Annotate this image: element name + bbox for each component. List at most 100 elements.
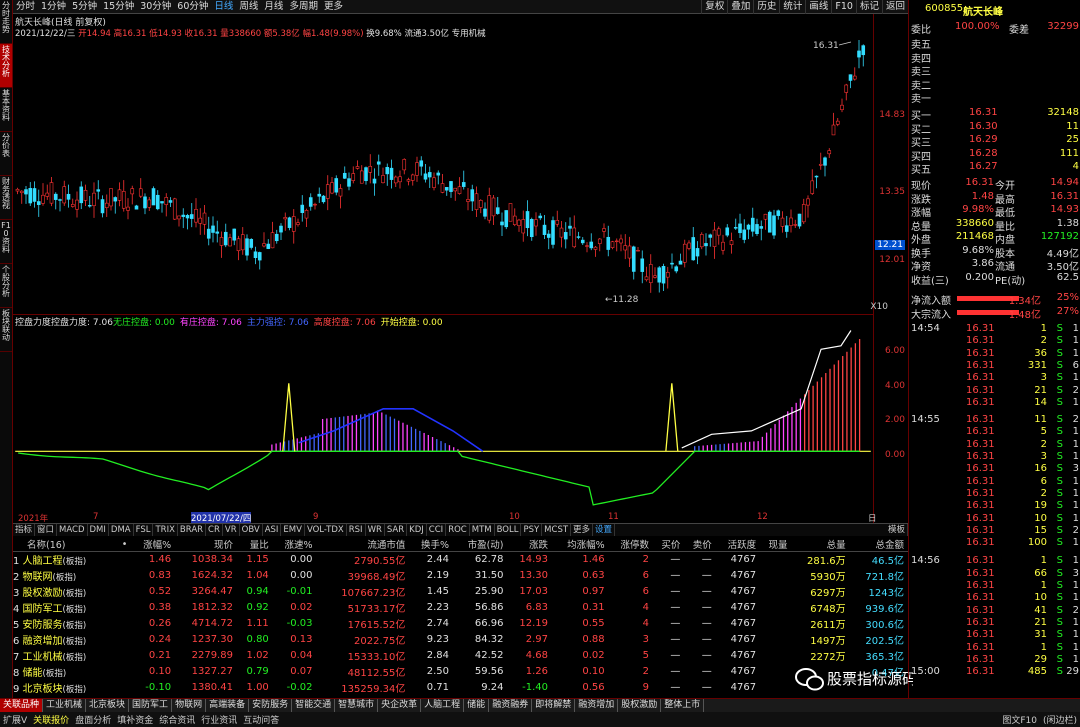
period-tab-3[interactable]: 15分钟 — [100, 0, 137, 14]
table-row[interactable]: 1 人脑工程(板指) 1.46 1038.34 1.15 0.00 2790.55亿 2.4… — [13, 552, 908, 568]
f10-button[interactable]: 图文F10 — [999, 713, 1040, 726]
table-header-14[interactable]: 活跃度 — [715, 537, 761, 552]
control-indicator-chart[interactable] — [13, 314, 873, 510]
status-item-5[interactable]: 行业资讯 — [198, 713, 240, 726]
table-row[interactable]: 3 股权激励(板指) 0.52 3264.47 0.94 -0.01 107667.23亿… — [13, 584, 908, 600]
indicator-tab-0[interactable]: 指标 — [13, 524, 36, 536]
table-header-3[interactable]: 现价 — [175, 537, 237, 552]
tool-button-3[interactable]: 统计 — [779, 0, 805, 14]
table-header-1[interactable]: • — [118, 537, 132, 552]
indicator-tab-11[interactable]: ASI — [263, 524, 282, 536]
indicator-tab-20[interactable]: MTM — [470, 524, 495, 536]
indicator-tab-19[interactable]: ROC — [446, 524, 470, 536]
indicator-tab-22[interactable]: PSY — [521, 524, 543, 536]
table-header-6[interactable]: 流通市值 — [316, 537, 410, 552]
indicator-tab-18[interactable]: CCI — [427, 524, 447, 536]
related-tab-9[interactable]: 央企改革 — [378, 699, 422, 712]
table-row[interactable]: 8 储能(板指) 0.10 1327.27 0.79 0.07 48112.55亿 2.50… — [13, 664, 908, 680]
left-tab-5[interactable]: F10资料 — [0, 220, 12, 264]
related-tab-2[interactable]: 北京板块 — [86, 699, 130, 712]
left-tab-0[interactable]: 分时走势 — [0, 0, 12, 44]
related-tab-11[interactable]: 储能 — [464, 699, 490, 712]
table-header-9[interactable]: 涨跌 — [507, 537, 552, 552]
indicator-tab-12[interactable]: EMV — [281, 524, 305, 536]
left-tab-6[interactable]: 个股分析 — [0, 264, 12, 308]
tool-button-4[interactable]: 画线 — [805, 0, 831, 14]
status-item-4[interactable]: 综合资讯 — [156, 713, 198, 726]
left-tab-7[interactable]: 板块联动 — [0, 308, 12, 352]
related-tab-16[interactable]: 整体上市 — [661, 699, 705, 712]
related-tab-12[interactable]: 融资融券 — [489, 699, 533, 712]
related-tab-7[interactable]: 智能交通 — [292, 699, 336, 712]
table-header-11[interactable]: 涨停数 — [608, 537, 653, 552]
table-header-5[interactable]: 涨速% — [272, 537, 317, 552]
table-header-0[interactable]: 名称(16) — [13, 537, 119, 552]
status-item-2[interactable]: 盘面分析 — [72, 713, 114, 726]
indicator-tab-15[interactable]: WR — [366, 524, 385, 536]
indicator-tab-3[interactable]: DMI — [88, 524, 109, 536]
period-tab-4[interactable]: 30分钟 — [137, 0, 174, 14]
period-tab-9[interactable]: 多周期 — [286, 0, 321, 14]
table-header-4[interactable]: 量比 — [236, 537, 273, 552]
indicator-tab-10[interactable]: OBV — [240, 524, 263, 536]
status-item-3[interactable]: 填补资金 — [114, 713, 156, 726]
indicator-tab-6[interactable]: TRIX — [153, 524, 178, 536]
indicator-tab-1[interactable]: 窗口 — [35, 524, 58, 536]
table-row[interactable]: 9 北京板块(板指) -0.10 1380.41 1.00 -0.02 135259.34… — [13, 680, 908, 696]
table-header-7[interactable]: 换手% — [409, 537, 454, 552]
indicator-tab-4[interactable]: DMA — [109, 524, 134, 536]
period-tab-10[interactable]: 更多 — [321, 0, 346, 14]
indicator-tab-9[interactable]: VR — [223, 524, 240, 536]
related-tab-14[interactable]: 融资增加 — [575, 699, 619, 712]
period-tab-1[interactable]: 1分钟 — [38, 0, 69, 14]
related-tab-6[interactable]: 安防服务 — [249, 699, 293, 712]
related-tab-8[interactable]: 智慧城市 — [335, 699, 379, 712]
table-header-15[interactable]: 现量 — [760, 537, 792, 552]
related-tab-13[interactable]: 即将解禁 — [532, 699, 576, 712]
indicator-tab-23[interactable]: MCST — [542, 524, 572, 536]
period-tab-7[interactable]: 周线 — [236, 0, 261, 14]
related-tab-10[interactable]: 人脑工程 — [421, 699, 465, 712]
left-tab-1[interactable]: 技术分析 — [0, 44, 12, 88]
table-header-12[interactable]: 买价 — [653, 537, 685, 552]
indicator-tab-2[interactable]: MACD — [57, 524, 88, 536]
indicator-tab-21[interactable]: BOLL — [495, 524, 522, 536]
indicator-tab-7[interactable]: BRAR — [178, 524, 207, 536]
indicator-tab-25[interactable]: 设置 — [593, 524, 616, 536]
related-tab-0[interactable]: 关联品种 — [0, 699, 44, 712]
table-header-17[interactable]: 总金额 — [849, 537, 908, 552]
status-item-0[interactable]: 扩展V — [0, 713, 30, 726]
table-row[interactable]: 2 物联网(板指) 0.83 1624.32 1.04 0.00 39968.49亿 2.1… — [13, 568, 908, 584]
left-tab-2[interactable]: 基本资料 — [0, 88, 12, 132]
table-row[interactable]: 6 融资增加(板指) 0.24 1237.30 0.80 0.13 2022.75亿 9.2… — [13, 632, 908, 648]
related-tab-3[interactable]: 国防军工 — [129, 699, 173, 712]
template-button[interactable]: 模板 — [886, 524, 908, 536]
period-tab-8[interactable]: 月线 — [261, 0, 286, 14]
related-tab-4[interactable]: 物联网 — [172, 699, 207, 712]
indicator-tab-5[interactable]: FSL — [134, 524, 154, 536]
table-row[interactable]: 5 安防服务(板指) 0.26 4714.72 1.11 -0.03 17615.52亿 2… — [13, 616, 908, 632]
left-tab-4[interactable]: 财务透视 — [0, 176, 12, 220]
indicator-tab-16[interactable]: SAR — [385, 524, 408, 536]
indicator-tab-8[interactable]: CR — [206, 524, 223, 536]
table-header-16[interactable]: 总量 — [791, 537, 850, 552]
status-item-1[interactable]: 关联报价 — [30, 713, 72, 726]
table-header-2[interactable]: 涨幅% — [131, 537, 176, 552]
indicator-tab-13[interactable]: VOL-TDX — [305, 524, 347, 536]
table-header-10[interactable]: 均涨幅% — [552, 537, 609, 552]
table-row[interactable]: 4 国防军工(板指) 0.38 1812.32 0.92 0.02 51733.17亿 2.… — [13, 600, 908, 616]
related-tab-5[interactable]: 高端装备 — [206, 699, 250, 712]
table-row[interactable]: 7 工业机械(板指) 0.21 2279.89 1.02 0.04 15333.10亿 2.… — [13, 648, 908, 664]
tool-button-6[interactable]: 标记 — [855, 0, 882, 14]
indicator-tab-17[interactable]: KDJ — [407, 524, 427, 536]
period-tab-5[interactable]: 60分钟 — [174, 0, 211, 14]
period-tab-6[interactable]: 日线 — [211, 0, 236, 14]
tool-button-1[interactable]: 叠加 — [727, 0, 753, 14]
period-tab-2[interactable]: 5分钟 — [69, 0, 100, 14]
tool-button-7[interactable]: 返回 — [881, 0, 908, 14]
tool-button-5[interactable]: F10 — [831, 0, 856, 14]
table-header-13[interactable]: 卖价 — [684, 537, 716, 552]
indicator-tab-24[interactable]: 更多 — [571, 524, 594, 536]
sidebar-toggle[interactable]: (闲边栏) — [1040, 713, 1080, 726]
related-tab-1[interactable]: 工业机械 — [43, 699, 87, 712]
